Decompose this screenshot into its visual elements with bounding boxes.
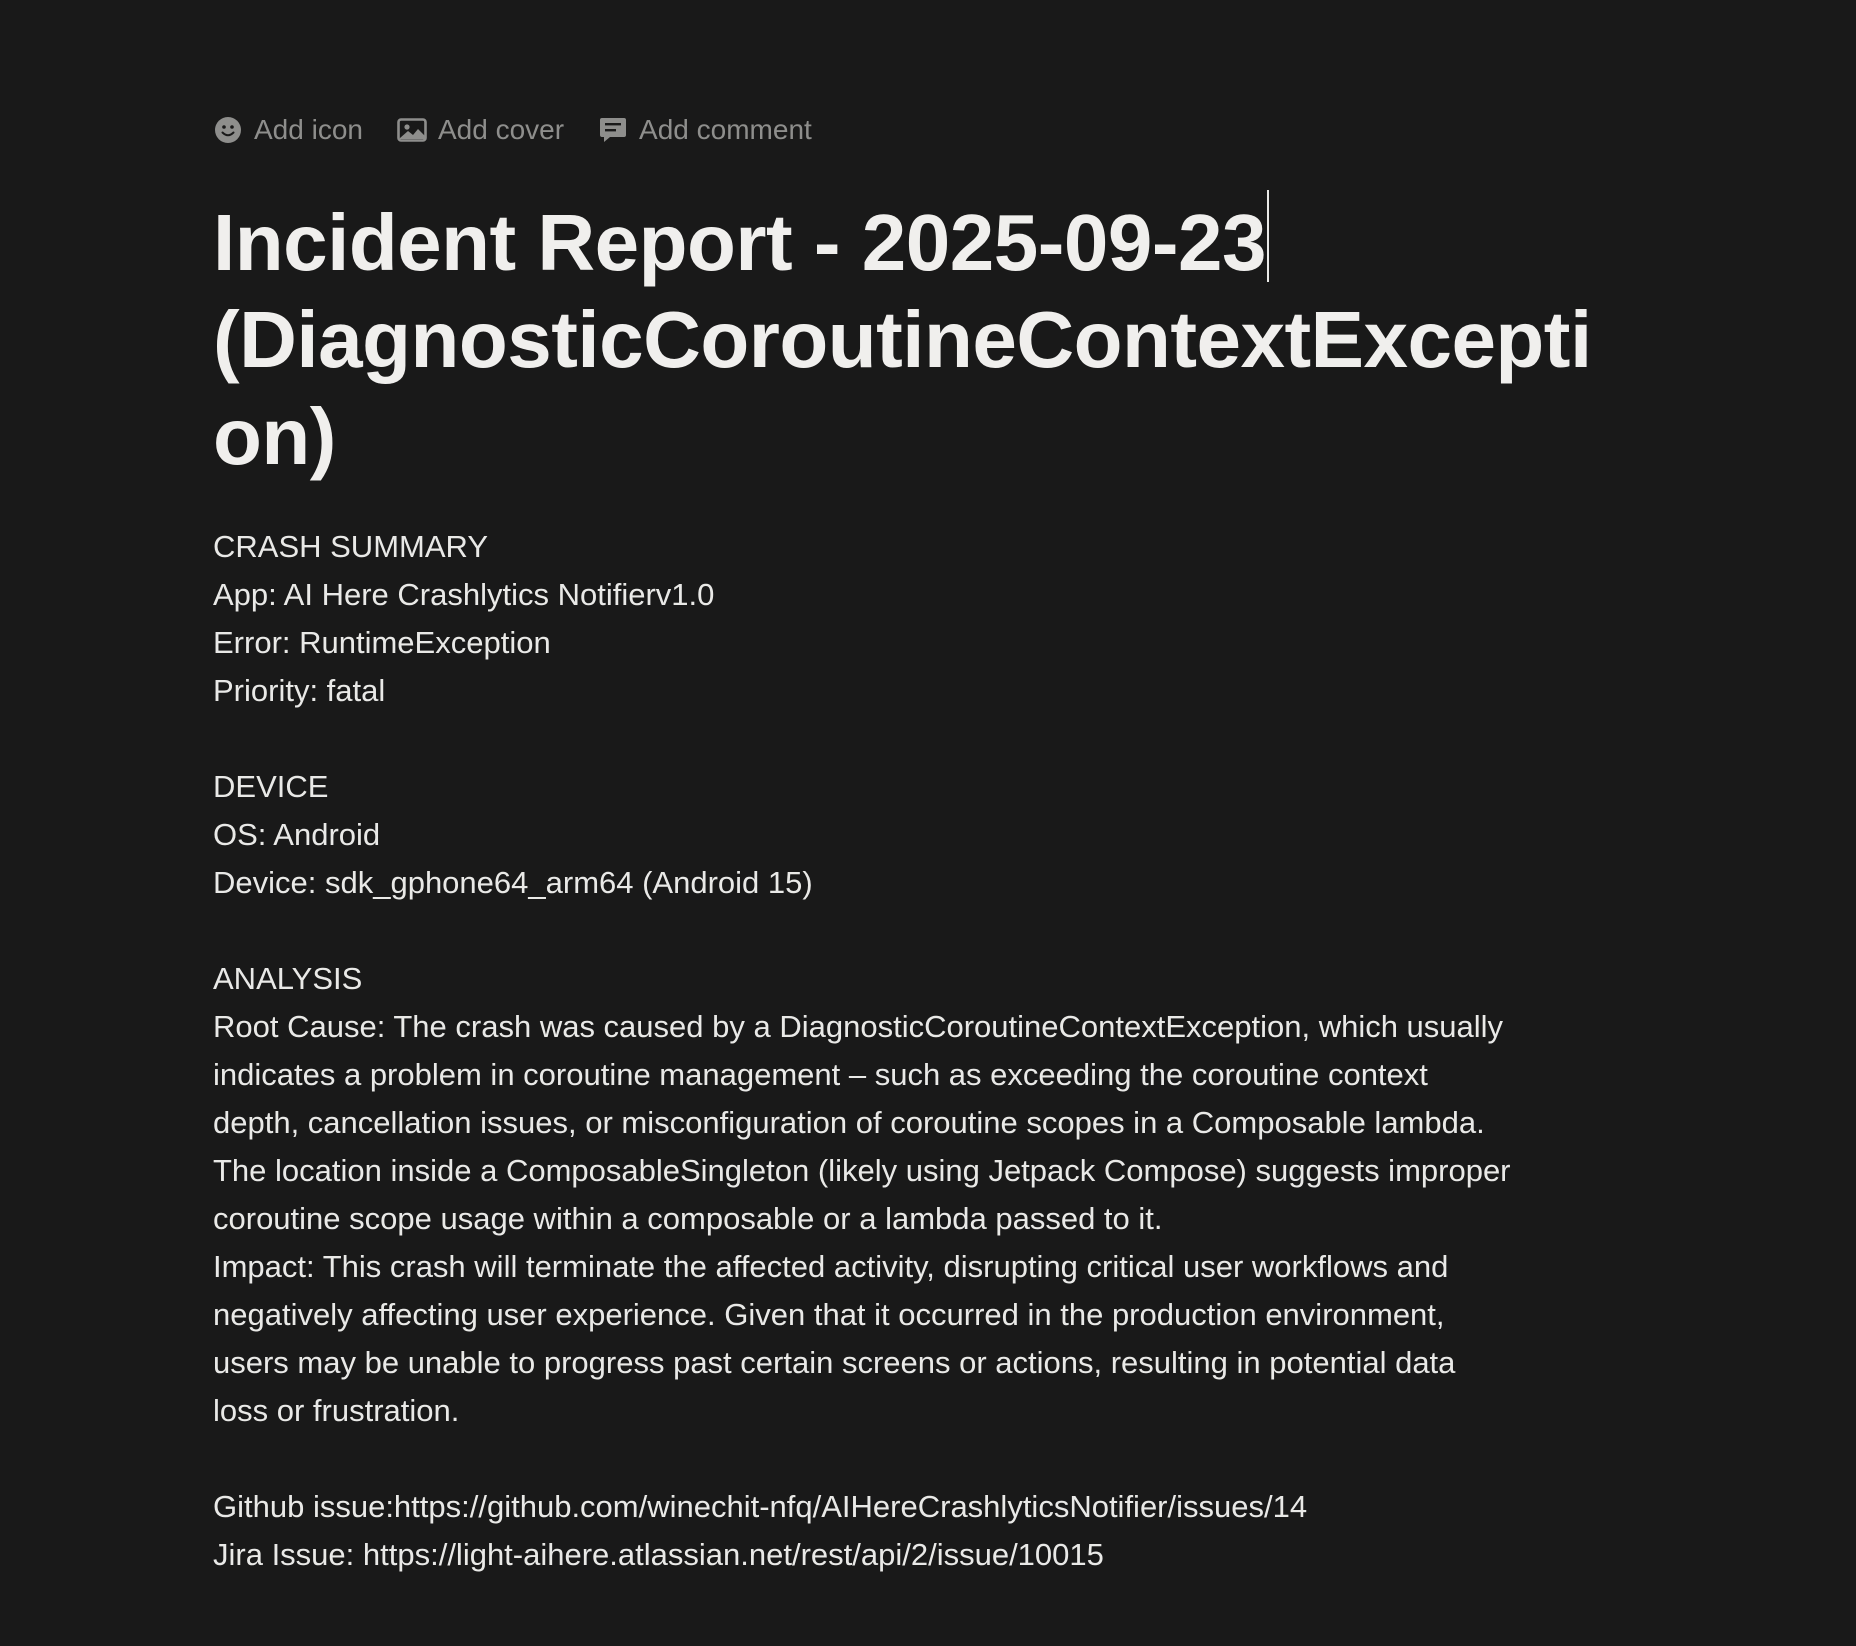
add-comment-label: Add comment — [639, 114, 812, 145]
analysis-line: loss or frustration. — [213, 1393, 460, 1428]
image-icon — [397, 115, 427, 145]
analysis-line: Root Cause: The crash was caused by a Di… — [213, 1009, 1504, 1044]
analysis-line: negatively affecting user experience. Gi… — [213, 1297, 1445, 1332]
analysis-heading: ANALYSIS — [213, 961, 363, 996]
page-controls: Add icon Add cover Add comment — [213, 110, 846, 150]
jira-issue-link[interactable]: Jira Issue: https://light-aihere.atlassi… — [213, 1531, 1613, 1579]
github-issue-link[interactable]: Github issue:https://github.com/winechit… — [213, 1483, 1613, 1531]
title-text-3: on) — [213, 392, 336, 481]
device-heading: DEVICE — [213, 769, 329, 804]
title-text-2: (DiagnosticCoroutineContextExcepti — [213, 295, 1592, 384]
analysis-line: coroutine scope usage within a composabl… — [213, 1201, 1163, 1236]
device-model: Device: sdk_gphone64_arm64 (Android 15) — [213, 865, 813, 900]
add-cover-label: Add cover — [437, 114, 565, 145]
add-icon-button[interactable]: Add icon — [213, 111, 371, 149]
crash-app: App: AI Here Crashlytics Notifierv1.0 — [213, 577, 715, 612]
analysis-line: depth, cancellation issues, or misconfig… — [213, 1105, 1485, 1140]
smiley-icon — [213, 115, 243, 145]
page-title[interactable]: Incident Report - 2025-09-23 (Diagnostic… — [213, 190, 1613, 485]
device-os: OS: Android — [213, 817, 381, 852]
page-body[interactable]: CRASH SUMMARY App: AI Here Crashlytics N… — [213, 523, 1613, 1579]
comment-icon — [598, 115, 628, 145]
analysis-line: Impact: This crash will terminate the af… — [213, 1249, 1449, 1284]
analysis-line: users may be unable to progress past cer… — [213, 1345, 1456, 1380]
add-comment-button[interactable]: Add comment — [598, 111, 820, 149]
add-icon-label: Add icon — [254, 114, 363, 145]
text-caret — [1267, 190, 1269, 282]
crash-error: Error: RuntimeException — [213, 625, 551, 660]
crash-priority: Priority: fatal — [213, 673, 386, 708]
add-cover-button[interactable]: Add cover — [397, 111, 572, 149]
title-text-1: Incident Report - 2025-09-23 — [213, 198, 1267, 287]
title-line: Incident Report - 2025-09-23 — [213, 190, 1613, 291]
analysis-line: indicates a problem in coroutine managem… — [213, 1057, 1428, 1092]
analysis-line: The location inside a ComposableSingleto… — [213, 1153, 1511, 1188]
crash-summary-heading: CRASH SUMMARY — [213, 529, 489, 564]
